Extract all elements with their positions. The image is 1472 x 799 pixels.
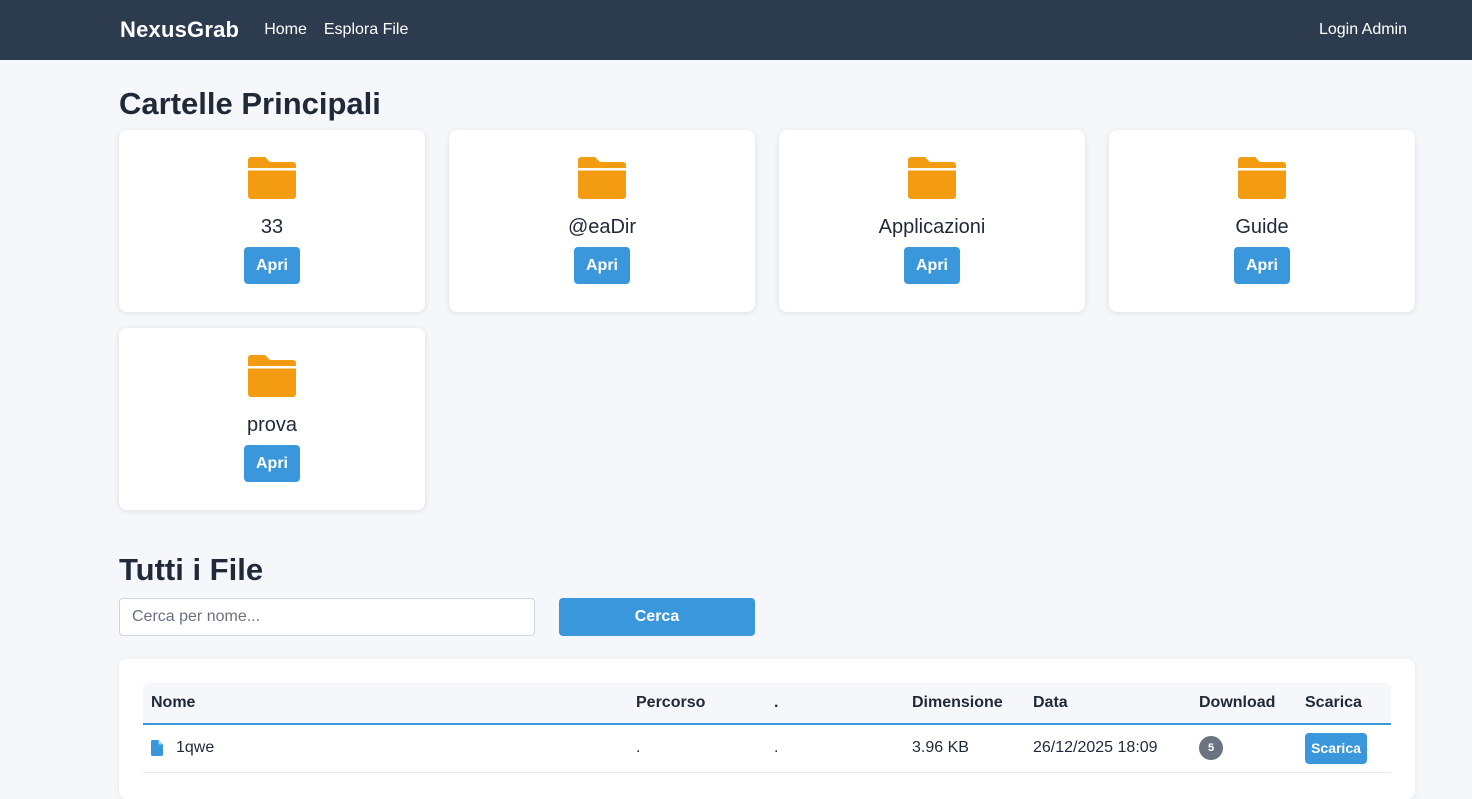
column-header-percorso[interactable]: Percorso [628, 683, 766, 725]
search-row: Cerca [119, 598, 1415, 636]
cell-name: 1qwe [143, 724, 628, 773]
open-folder-button[interactable]: Apri [244, 445, 300, 482]
folder-card[interactable]: 33 Apri [119, 130, 425, 312]
nav-link-home[interactable]: Home [264, 21, 307, 39]
folder-name: @eaDir [567, 216, 637, 238]
folders-section: Cartelle Principali 33 Apri @eaDir Apri Appl… [119, 86, 1415, 510]
files-section: Tutti i File Cerca [119, 552, 1415, 636]
search-input[interactable] [119, 598, 535, 636]
table-header-row: Nome Percorso . Dimensione Data Download… [143, 683, 1391, 725]
folder-card[interactable]: prova Apri [119, 328, 425, 510]
folder-card[interactable]: Applicazioni Apri [779, 130, 1085, 312]
column-header-download[interactable]: Download [1191, 683, 1297, 725]
files-table: Nome Percorso . Dimensione Data Download… [143, 683, 1391, 773]
column-header-dot[interactable]: . [766, 683, 904, 725]
file-icon [151, 740, 163, 757]
open-folder-button[interactable]: Apri [1234, 247, 1290, 284]
cell-path: . [628, 724, 766, 773]
table-row: 1qwe . . 3.96 KB 26/12/2025 18:09 5 Scar… [143, 724, 1391, 773]
cell-date: 26/12/2025 18:09 [1025, 724, 1191, 773]
folder-icon [248, 157, 296, 199]
login-admin-link[interactable]: Login Admin [1319, 21, 1407, 39]
cell-dot: . [766, 724, 904, 773]
navbar: NexusGrab Home Esplora File Login Admin [0, 0, 1472, 60]
open-folder-button[interactable]: Apri [244, 247, 300, 284]
folder-name: 33 [260, 216, 284, 238]
open-folder-button[interactable]: Apri [904, 247, 960, 284]
column-header-nome[interactable]: Nome [143, 683, 628, 725]
cell-action: Scarica [1297, 724, 1391, 773]
brand-logo[interactable]: NexusGrab [120, 17, 239, 43]
column-header-dimensione[interactable]: Dimensione [904, 683, 1025, 725]
folder-card[interactable]: Guide Apri [1109, 130, 1415, 312]
folder-icon [248, 355, 296, 397]
column-header-data[interactable]: Data [1025, 683, 1191, 725]
folder-icon [908, 157, 956, 199]
folder-grid: 33 Apri @eaDir Apri Applicazioni Apri Guide Apr… [119, 130, 1415, 510]
column-header-scarica: Scarica [1297, 683, 1391, 725]
cell-size: 3.96 KB [904, 724, 1025, 773]
download-count-badge: 5 [1199, 736, 1223, 761]
folder-name: Guide [1235, 216, 1289, 238]
nav-link-esplora-file[interactable]: Esplora File [324, 21, 408, 39]
file-name[interactable]: 1qwe [176, 739, 214, 757]
cell-downloads: 5 [1191, 724, 1297, 773]
folder-card[interactable]: @eaDir Apri [449, 130, 755, 312]
folder-name: Applicazioni [878, 216, 986, 238]
search-button[interactable]: Cerca [559, 598, 755, 636]
files-title: Tutti i File [119, 552, 264, 587]
folder-icon [578, 157, 626, 199]
download-button[interactable]: Scarica [1305, 732, 1367, 764]
folder-icon [1238, 157, 1286, 199]
files-table-card: Nome Percorso . Dimensione Data Download… [119, 659, 1415, 799]
folder-name: prova [246, 414, 298, 436]
folders-title: Cartelle Principali [119, 86, 381, 121]
open-folder-button[interactable]: Apri [574, 247, 630, 284]
